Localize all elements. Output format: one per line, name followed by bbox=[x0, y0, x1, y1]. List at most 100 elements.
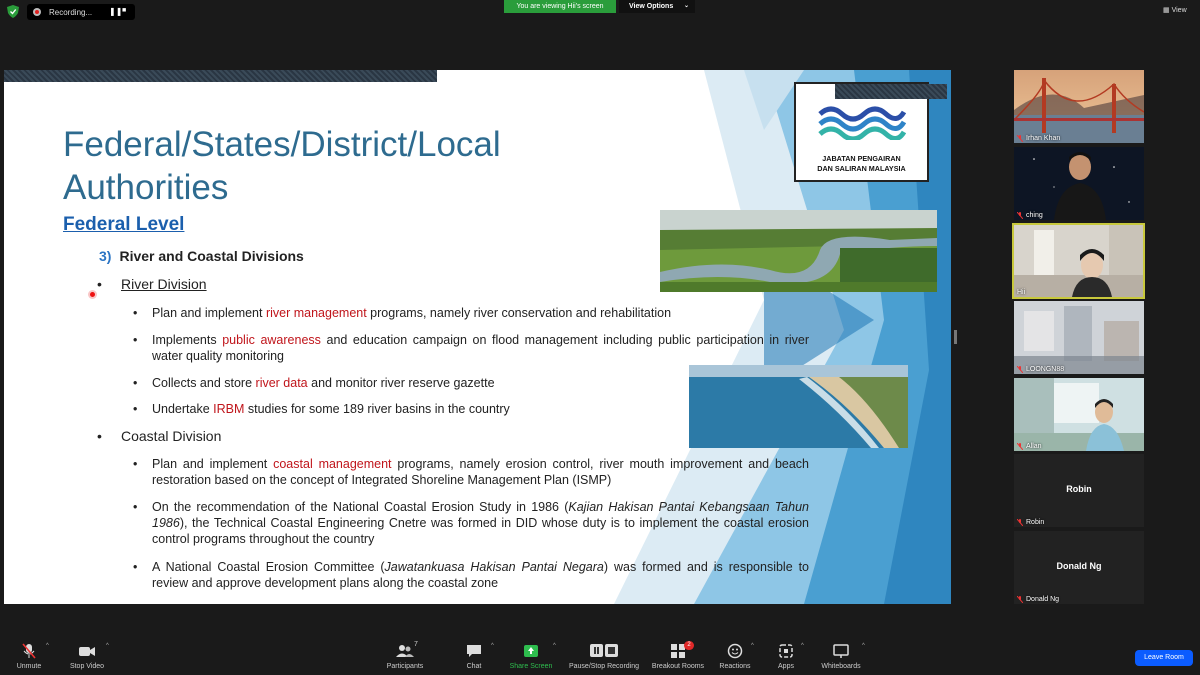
mic-muted-icon bbox=[1017, 212, 1023, 219]
participant-tile[interactable]: Irhan Khan bbox=[1014, 70, 1144, 143]
slide-title: Federal/States/District/Local Authoritie… bbox=[63, 125, 501, 207]
leave-room-button[interactable]: Leave Room bbox=[1135, 650, 1193, 666]
participant-name-tag: Hii bbox=[1017, 289, 1026, 296]
reactions-button[interactable]: Reactions ^ bbox=[718, 636, 754, 675]
mic-muted-icon bbox=[22, 643, 36, 659]
chevron-up-icon[interactable]: ^ bbox=[801, 643, 804, 649]
whiteboard-icon bbox=[833, 644, 849, 658]
coastal-beach-photo bbox=[689, 365, 908, 448]
mic-muted-icon bbox=[1017, 366, 1023, 373]
section-heading: 3) River and Coastal Divisions bbox=[99, 248, 304, 264]
bullet-icon: • bbox=[97, 276, 102, 292]
highlight-text: IRBM bbox=[213, 402, 245, 416]
view-options-button[interactable]: View Options ⌄ bbox=[619, 0, 695, 13]
share-screen-label: Share Screen bbox=[509, 663, 553, 670]
bullet-icon: • bbox=[133, 402, 138, 416]
participants-count: 7 bbox=[414, 641, 418, 648]
chevron-up-icon[interactable]: ^ bbox=[106, 643, 109, 649]
mic-muted-icon bbox=[1017, 443, 1023, 450]
chevron-up-icon[interactable]: ^ bbox=[751, 643, 754, 649]
chevron-up-icon[interactable]: ^ bbox=[46, 643, 49, 649]
stop-video-button[interactable]: Stop Video ^ bbox=[64, 636, 110, 675]
bullet-icon: • bbox=[133, 500, 138, 514]
participants-icon bbox=[396, 645, 414, 657]
whiteboards-button[interactable]: Whiteboards ^ bbox=[818, 636, 864, 675]
apps-button[interactable]: Apps ^ bbox=[775, 636, 804, 675]
section-number: 3) bbox=[99, 248, 112, 264]
federal-level-heading: Federal Level bbox=[63, 214, 185, 235]
view-button[interactable]: ▦ View bbox=[1163, 6, 1187, 14]
coastal-bullet: • Plan and implement coastal management p… bbox=[133, 457, 810, 487]
security-shield-icon[interactable] bbox=[7, 5, 19, 18]
pause-stop-recording-icon bbox=[590, 644, 618, 657]
participant-display-name: Donald Ng bbox=[1056, 561, 1102, 571]
participant-tile[interactable]: Allan bbox=[1014, 378, 1144, 451]
view-label: View bbox=[1171, 7, 1187, 14]
highlight-text: coastal management bbox=[273, 457, 392, 471]
share-screen-button[interactable]: Share Screen ^ bbox=[507, 636, 556, 675]
bullet-icon: • bbox=[133, 306, 138, 320]
pause-recording-icon[interactable]: ❚❚ bbox=[109, 7, 122, 16]
logo-overlay-strip bbox=[835, 84, 947, 99]
breakout-rooms-label: Breakout Rooms bbox=[651, 663, 705, 670]
apps-label: Apps bbox=[778, 663, 794, 670]
whiteboards-label: Whiteboards bbox=[821, 663, 861, 670]
participant-tile[interactable]: LOONGN88 bbox=[1014, 301, 1144, 374]
river-division-item: • River Division bbox=[97, 276, 207, 292]
participant-tile[interactable]: ching bbox=[1014, 147, 1144, 220]
panel-resize-handle[interactable] bbox=[954, 330, 957, 344]
highlight-text: river data bbox=[255, 376, 308, 390]
breakout-rooms-button[interactable]: Breakout Rooms 2 bbox=[650, 636, 706, 675]
mic-muted-icon bbox=[1017, 519, 1023, 526]
river-bullet: • Implements public awareness and educati… bbox=[133, 333, 809, 363]
participant-name-tag: Robin bbox=[1017, 519, 1044, 526]
participant-name-tag: Irhan Khan bbox=[1017, 135, 1060, 142]
chevron-down-icon: ⌄ bbox=[683, 3, 689, 9]
mic-muted-icon bbox=[1017, 596, 1023, 603]
wave-logo-icon bbox=[818, 106, 906, 140]
participant-tile-active-speaker[interactable]: Hii bbox=[1012, 223, 1145, 299]
participant-tile[interactable]: Robin Robin bbox=[1014, 454, 1144, 527]
video-camera-icon bbox=[79, 647, 95, 656]
bullet-icon: • bbox=[133, 333, 138, 347]
bullet-icon: • bbox=[133, 457, 138, 471]
grid-icon: ▦ bbox=[1163, 7, 1170, 14]
chevron-up-icon[interactable]: ^ bbox=[491, 643, 494, 649]
slide-header-strip bbox=[4, 70, 437, 82]
mic-muted-icon bbox=[1017, 135, 1023, 142]
stop-recording-icon[interactable]: ■ bbox=[122, 7, 126, 14]
participant-tile[interactable]: Donald Ng Donald Ng bbox=[1014, 531, 1144, 604]
participant-video bbox=[1014, 147, 1144, 220]
share-screen-icon bbox=[524, 645, 538, 657]
recording-indicator: Recording... ❚❚ ■ bbox=[27, 4, 135, 20]
reactions-label: Reactions bbox=[719, 663, 751, 670]
participant-video bbox=[1014, 225, 1143, 297]
coastal-bullet: • A National Coastal Erosion Committee (J… bbox=[133, 560, 810, 590]
chat-label: Chat bbox=[466, 663, 482, 670]
highlight-text: river management bbox=[265, 306, 367, 320]
river-bullet: • Plan and implement river management pro… bbox=[133, 306, 672, 320]
coastal-division-item: • Coastal Division bbox=[97, 428, 221, 444]
chat-button[interactable]: Chat ^ bbox=[460, 636, 494, 675]
apps-icon bbox=[779, 644, 793, 658]
participant-display-name: Robin bbox=[1066, 484, 1092, 494]
laser-pointer-dot bbox=[90, 292, 95, 297]
chevron-up-icon[interactable]: ^ bbox=[553, 643, 556, 649]
pause-recording-label: Pause/Stop Recording bbox=[568, 663, 640, 670]
bullet-icon: • bbox=[133, 376, 138, 390]
participant-video bbox=[1014, 70, 1144, 143]
meeting-toolbar: Unmute ^ Stop Video ^ Participants 7 Cha… bbox=[0, 636, 1200, 675]
chevron-up-icon[interactable]: ^ bbox=[862, 643, 865, 649]
participant-name-tag: Allan bbox=[1017, 443, 1042, 450]
participant-name-tag: ching bbox=[1017, 212, 1043, 219]
italic-text: Jawatankuasa Hakisan Pantai Negara bbox=[384, 560, 604, 574]
smiley-icon bbox=[727, 643, 743, 659]
coastal-bullet: • On the recommendation of the National C… bbox=[133, 500, 809, 546]
unmute-button[interactable]: Unmute ^ bbox=[8, 636, 50, 675]
participants-button[interactable]: Participants 7 bbox=[382, 636, 428, 675]
coastal-division-label: Coastal Division bbox=[121, 428, 222, 444]
chat-icon bbox=[467, 645, 481, 657]
participant-video bbox=[1014, 301, 1144, 374]
pause-stop-recording-button[interactable]: Pause/Stop Recording bbox=[566, 636, 642, 675]
breakout-rooms-badge: 2 bbox=[684, 641, 694, 650]
